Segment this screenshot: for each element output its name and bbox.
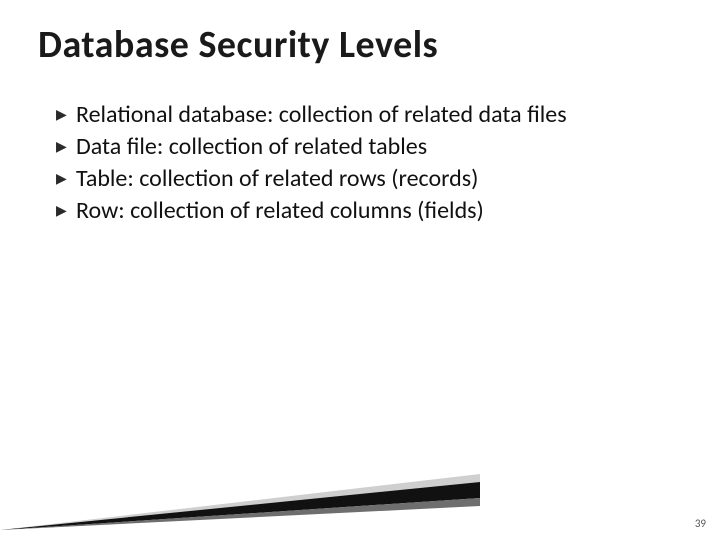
triangle-bullet-icon: ▶ — [56, 106, 76, 124]
slide: Database Security Levels ▶ Relational da… — [0, 0, 720, 540]
bullet-text: Table: collection of related rows (recor… — [76, 164, 660, 194]
page-number: 39 — [695, 517, 706, 530]
wedge-mid — [0, 498, 480, 530]
wedge-light — [0, 474, 480, 530]
decorative-wedge — [0, 440, 480, 530]
triangle-bullet-icon: ▶ — [56, 170, 76, 188]
slide-title: Database Security Levels — [38, 22, 438, 68]
bullet-text: Relational database: collection of relat… — [76, 100, 660, 130]
triangle-bullet-icon: ▶ — [56, 202, 76, 220]
bullet-text: Row: collection of related columns (fiel… — [76, 196, 660, 226]
list-item: ▶ Data file: collection of related table… — [56, 132, 660, 162]
triangle-bullet-icon: ▶ — [56, 138, 76, 156]
slide-body: ▶ Relational database: collection of rel… — [56, 100, 660, 228]
list-item: ▶ Row: collection of related columns (fi… — [56, 196, 660, 226]
bullet-text: Data file: collection of related tables — [76, 132, 660, 162]
list-item: ▶ Table: collection of related rows (rec… — [56, 164, 660, 194]
list-item: ▶ Relational database: collection of rel… — [56, 100, 660, 130]
wedge-dark — [0, 482, 480, 530]
